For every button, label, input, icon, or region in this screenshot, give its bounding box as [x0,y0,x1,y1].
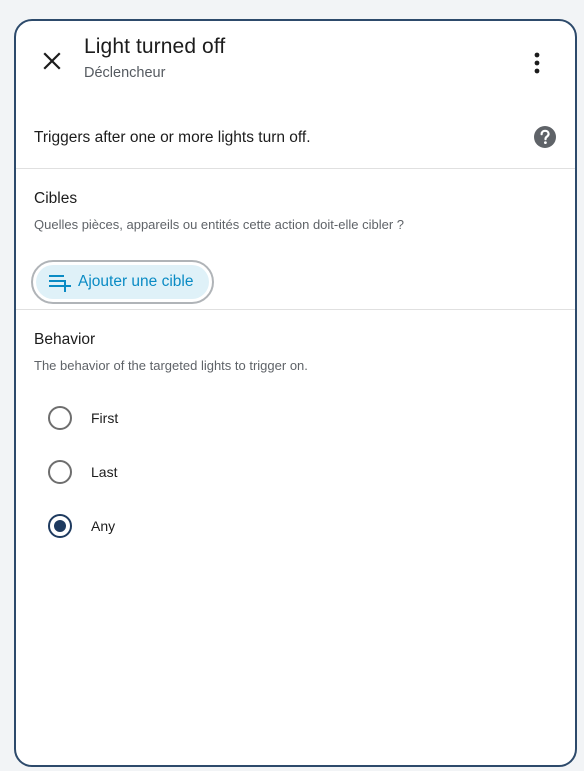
targets-title: Cibles [34,190,78,207]
radio-label: Last [91,464,118,480]
dialog-title: Light turned off [84,35,226,58]
add-target-button-content: Ajouter une cible [36,265,209,299]
divider [16,309,575,310]
more-vert-icon [534,52,540,74]
trigger-description-row: Triggers after one or more lights turn o… [16,121,575,169]
radio-button[interactable] [48,460,72,484]
radio-option-last[interactable]: Last [48,457,117,487]
more-options-button[interactable] [521,47,553,79]
trigger-dialog: Light turned off Déclencheur Triggers af… [14,19,577,767]
dialog-subtitle: Déclencheur [84,65,166,81]
behavior-title: Behavior [34,331,96,348]
radio-button-checked[interactable] [48,514,72,538]
radio-dot [54,520,66,532]
close-button[interactable] [36,45,68,77]
radio-label: Any [91,518,116,534]
divider [16,168,575,169]
radio-button[interactable] [48,406,72,430]
close-icon [43,52,61,70]
radio-label: First [91,410,119,426]
behavior-description: The behavior of the targeted lights to t… [34,358,308,373]
dialog-header: Light turned off Déclencheur [16,21,575,89]
add-target-label: Ajouter une cible [78,273,194,290]
radio-option-any[interactable]: Any [48,511,115,541]
radio-option-first[interactable]: First [48,403,118,433]
help-circle-icon[interactable] [533,125,557,149]
add-target-button[interactable]: Ajouter une cible [31,260,214,304]
playlist-plus-icon [49,275,71,292]
targets-description: Quelles pièces, appareils ou entités cet… [34,217,404,232]
trigger-description: Triggers after one or more lights turn o… [34,129,311,146]
